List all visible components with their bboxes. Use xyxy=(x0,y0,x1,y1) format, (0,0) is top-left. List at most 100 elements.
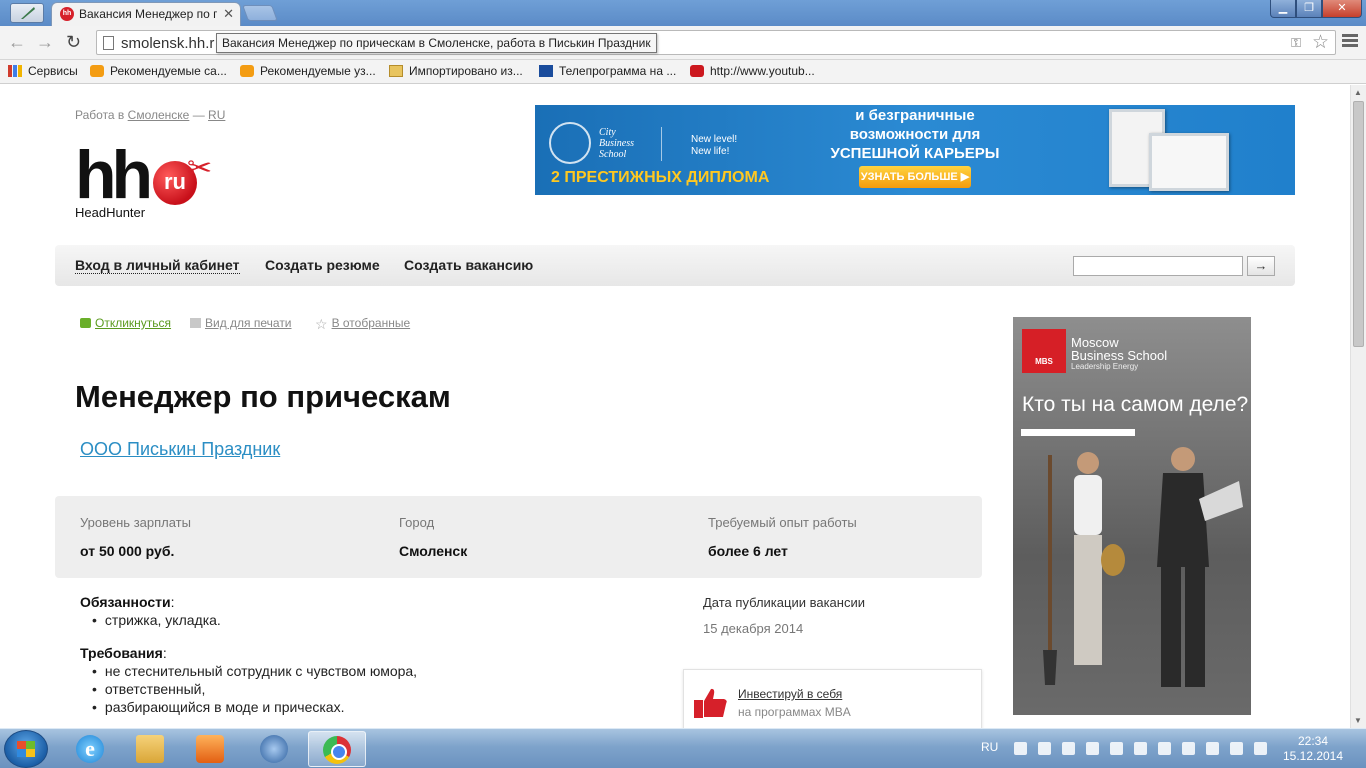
mba-promo-title[interactable]: Инвестируй в себя xyxy=(738,687,842,701)
vacancy-summary: Уровень зарплаты от 50 000 руб. Город См… xyxy=(55,496,982,578)
add-to-favorites-action[interactable]: ☆ В отобранные xyxy=(315,316,410,333)
bookmarks-bar: Сервисы Рекомендуемые са... Рекомендуемы… xyxy=(0,60,1366,84)
headhunter-logo[interactable]: hh ru ✂ HeadHunter xyxy=(75,141,230,223)
page-viewport: Работа в Смоленске — RU hh ru ✂ HeadHunt… xyxy=(0,85,1350,728)
page-icon xyxy=(103,36,114,50)
search-input[interactable] xyxy=(1073,256,1243,276)
orange-icon xyxy=(90,65,104,77)
banner-school-name: City Business School xyxy=(599,127,634,160)
list-item: не стеснительный сотрудник с чувством юм… xyxy=(92,662,417,680)
requirements-heading: Требования: xyxy=(80,645,167,661)
mbs-name: Moscow Business School xyxy=(1071,335,1168,363)
tab-close-icon[interactable]: ✕ xyxy=(223,6,234,22)
banner-headline: и безграничные возможности для УСПЕШНОЙ КА… xyxy=(830,107,1000,162)
close-window-button[interactable]: ✕ xyxy=(1322,0,1362,18)
forward-arrow-icon[interactable]: → xyxy=(36,33,54,51)
bookmark-recommended-sites[interactable]: Рекомендуемые са... xyxy=(90,64,227,78)
security-icon[interactable] xyxy=(1062,742,1075,755)
vacancy-title: Менеджер по прическам xyxy=(75,379,451,414)
moscow-business-school-ad[interactable]: MBS Moscow Business School Leadership Ene… xyxy=(1013,317,1251,715)
city-business-school-banner[interactable]: City Business School New level! New life! 2… xyxy=(535,105,1295,195)
taskbar-thunderbird[interactable] xyxy=(246,731,304,767)
app-tray-icon[interactable] xyxy=(1086,742,1099,755)
sync-icon[interactable] xyxy=(1110,742,1123,755)
taskbar-chrome[interactable] xyxy=(308,731,366,767)
mbs-logo-icon: MBS xyxy=(1022,329,1066,373)
new-tab-button[interactable] xyxy=(242,5,278,21)
worker-figure-image xyxy=(1043,452,1125,685)
search-submit-button[interactable]: → xyxy=(1247,256,1275,276)
start-button[interactable] xyxy=(4,730,48,768)
thumbs-up-icon xyxy=(694,688,727,718)
bookmark-tv-program[interactable]: Телепрограмма на ... xyxy=(539,64,676,78)
hh-favicon-icon: hh xyxy=(60,7,74,21)
taskbar-ie[interactable]: e xyxy=(62,731,120,767)
banner-cta-button[interactable]: УЗНАТЬ БОЛЬШЕ ▶ xyxy=(859,166,971,188)
taskbar-explorer[interactable] xyxy=(122,731,180,767)
page-scrollbar[interactable]: ▲ ▼ xyxy=(1350,85,1366,728)
certificate-image xyxy=(1149,133,1229,191)
mbs-question: Кто ты на самом деле? xyxy=(1022,393,1249,416)
bookmark-recommended-nodes[interactable]: Рекомендуемые уз... xyxy=(240,64,376,78)
chrome-icon xyxy=(323,736,351,764)
browser-toolbar: ← → ↻ smolensk.hh.r ⚿ ☆ xyxy=(0,26,1366,60)
logo-hh-text: hh xyxy=(75,137,153,213)
action-center-flag-icon[interactable] xyxy=(1158,742,1171,755)
banner-tagline: New level! New life! xyxy=(691,134,738,157)
mbs-underline xyxy=(1021,429,1135,436)
browser-tab[interactable]: hh Вакансия Менеджер по п ✕ xyxy=(51,2,241,26)
network-icon[interactable] xyxy=(1230,742,1243,755)
requirements-list: не стеснительный сотрудник с чувством юм… xyxy=(92,662,417,716)
taskbar-media-player[interactable] xyxy=(182,731,240,767)
apps-icon xyxy=(8,65,22,77)
battery-icon[interactable] xyxy=(1206,742,1219,755)
chrome-menu-icon[interactable] xyxy=(1342,34,1358,49)
folder-icon xyxy=(389,65,403,77)
thunderbird-icon xyxy=(260,735,288,763)
bookmark-youtube[interactable]: http://www.youtub... xyxy=(690,64,815,78)
list-item: разбирающийся в моде и прическах. xyxy=(92,698,417,716)
minimize-button[interactable]: ▁ xyxy=(1270,0,1296,18)
tv-icon xyxy=(539,65,553,77)
bluetooth-icon[interactable] xyxy=(1038,742,1051,755)
back-arrow-icon[interactable]: ← xyxy=(8,33,26,51)
create-resume-link[interactable]: Создать резюме xyxy=(265,257,380,273)
experience-value: более 6 лет xyxy=(708,543,788,559)
salary-label: Уровень зарплаты xyxy=(80,515,191,530)
star-icon: ☆ xyxy=(315,316,328,332)
print-view-action[interactable]: Вид для печати xyxy=(190,316,292,330)
mba-promo[interactable]: Инвестируй в себя на программах MBA xyxy=(683,669,982,728)
clock-date: 15.12.2014 xyxy=(1282,749,1344,763)
scroll-up-icon[interactable]: ▲ xyxy=(1354,88,1362,97)
system-clock[interactable]: 22:34 15.12.2014 xyxy=(1280,734,1346,764)
duties-heading: Обязанности: xyxy=(80,594,175,610)
bookmark-star-icon[interactable]: ☆ xyxy=(1312,31,1329,54)
volume-icon[interactable] xyxy=(1182,742,1195,755)
printer-icon xyxy=(190,318,201,328)
bookmark-imported[interactable]: Импортировано из... xyxy=(389,64,523,78)
bookmark-services[interactable]: Сервисы xyxy=(8,64,78,78)
display-icon[interactable] xyxy=(1134,742,1147,755)
language-link[interactable]: RU xyxy=(208,108,225,122)
logo-subtitle: HeadHunter xyxy=(75,205,146,220)
scroll-down-icon[interactable]: ▼ xyxy=(1354,716,1362,725)
company-link[interactable]: ООО Писькин Праздник xyxy=(80,439,280,460)
update-icon[interactable] xyxy=(1254,742,1267,755)
mba-promo-subtitle: на программах MBA xyxy=(738,705,851,719)
reload-icon[interactable]: ↻ xyxy=(66,33,81,51)
region-city-link[interactable]: Смоленске xyxy=(128,108,190,122)
list-item: ответственный, xyxy=(92,680,417,698)
language-indicator[interactable]: RU xyxy=(981,740,998,754)
login-link[interactable]: Вход в личный кабинет xyxy=(75,257,240,274)
respond-action[interactable]: Откликнуться xyxy=(80,316,171,330)
signal-icon[interactable] xyxy=(1014,742,1027,755)
scroll-thumb[interactable] xyxy=(1353,101,1364,347)
create-vacancy-link[interactable]: Создать вакансию xyxy=(404,257,533,273)
url-text[interactable]: smolensk.hh.r xyxy=(121,35,214,52)
windows-flag-icon xyxy=(17,741,35,757)
maximize-button[interactable]: ❐ xyxy=(1296,0,1322,18)
key-icon[interactable]: ⚿ xyxy=(1291,35,1301,51)
city-label: Город xyxy=(399,515,435,530)
windows-taskbar: e RU 22:34 15.12.2014 xyxy=(0,728,1366,768)
main-menu: Вход в личный кабинет Создать резюме Соз… xyxy=(55,245,1295,286)
